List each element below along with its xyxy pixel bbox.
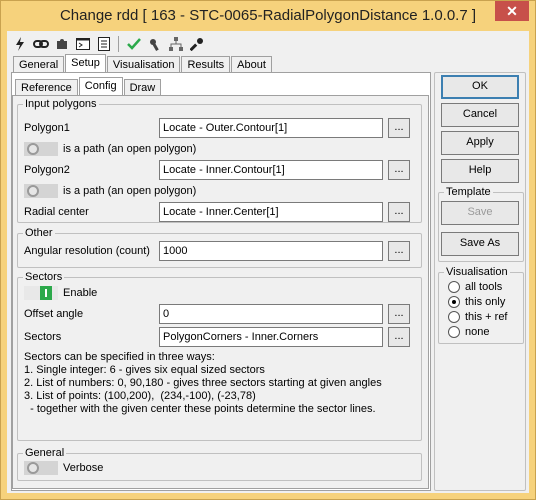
path2-label: is a path (an open polygon) xyxy=(63,185,197,197)
tab-results[interactable]: Results xyxy=(181,56,231,73)
radio-none[interactable]: none xyxy=(448,326,489,338)
toggle-bar xyxy=(40,286,52,300)
group-title: Sectors xyxy=(23,271,65,283)
enable-label: Enable xyxy=(63,287,98,299)
dialog-window: Change rdd [ 163 - STC-0065-RadialPolygo… xyxy=(0,0,536,500)
group-title: Input polygons xyxy=(23,98,99,110)
radio-all-tools[interactable]: all tools xyxy=(448,281,502,293)
polygon2-browse-button[interactable]: ... xyxy=(388,160,410,180)
dialog-client: General Setup Visualisation Results Abou… xyxy=(7,31,529,493)
sectors-group: Sectors Enable Offset angle 0 ... Sector… xyxy=(17,271,422,441)
tab-setup[interactable]: Setup xyxy=(65,54,106,74)
toolbar xyxy=(11,34,205,54)
polygon1-label: Polygon1 xyxy=(24,122,70,134)
tab-reference[interactable]: Reference xyxy=(15,79,78,96)
sectors-help-text: Sectors can be specified in three ways: … xyxy=(24,351,382,415)
offset-angle-browse-button[interactable]: ... xyxy=(388,304,410,324)
hierarchy-icon[interactable] xyxy=(167,36,184,53)
toggle-knob xyxy=(27,143,39,155)
sectors-label: Sectors xyxy=(24,331,62,343)
lightning-icon[interactable] xyxy=(11,36,28,53)
tab-visualisation[interactable]: Visualisation xyxy=(106,56,181,73)
config-panel: Input polygons Polygon1 Locate - Outer.C… xyxy=(12,95,429,489)
group-title: General xyxy=(23,447,67,459)
input-polygons-group: Input polygons Polygon1 Locate - Outer.C… xyxy=(17,98,422,223)
window-title: Change rdd [ 163 - STC-0065-RadialPolygo… xyxy=(59,7,477,24)
tab-about[interactable]: About xyxy=(231,56,272,73)
link-icon[interactable] xyxy=(32,36,49,53)
group-title: Visualisation xyxy=(444,266,510,278)
toggle-knob xyxy=(27,185,39,197)
polygon2-label: Polygon2 xyxy=(24,164,70,176)
radio-button[interactable] xyxy=(448,311,460,323)
close-button[interactable]: ✕ xyxy=(495,1,529,21)
radio-this-plus-ref[interactable]: this + ref xyxy=(448,311,508,323)
wrench-icon[interactable] xyxy=(188,36,205,53)
other-group: Other Angular resolution (count) 1000 ..… xyxy=(17,227,422,268)
tools-icon[interactable] xyxy=(146,36,163,53)
enable-toggle[interactable] xyxy=(24,286,58,300)
toggle-knob xyxy=(27,462,39,474)
verbose-label: Verbose xyxy=(63,462,104,474)
group-title: Template xyxy=(444,186,493,198)
radio-button[interactable] xyxy=(448,281,460,293)
template-save-as-button[interactable]: Save As xyxy=(441,232,519,256)
template-save-button[interactable]: Save xyxy=(441,201,519,225)
terminal-icon[interactable] xyxy=(74,36,91,53)
path1-label: is a path (an open polygon) xyxy=(63,143,197,155)
tab-draw[interactable]: Draw xyxy=(123,79,162,96)
polygon1-field[interactable]: Locate - Outer.Contour[1] xyxy=(159,118,383,138)
title-bar: Change rdd [ 163 - STC-0065-RadialPolygo… xyxy=(1,1,535,31)
offset-angle-label: Offset angle xyxy=(24,308,84,320)
sub-tabs: Reference Config Draw xyxy=(15,77,162,97)
tab-config[interactable]: Config xyxy=(78,77,123,97)
path1-toggle[interactable] xyxy=(24,142,58,156)
path2-toggle[interactable] xyxy=(24,184,58,198)
radial-center-field[interactable]: Locate - Inner.Center[1] xyxy=(159,202,383,222)
polygon1-browse-button[interactable]: ... xyxy=(388,118,410,138)
offset-angle-field[interactable]: 0 xyxy=(159,304,383,324)
general-group: General Verbose xyxy=(17,447,422,481)
apply-button[interactable]: Apply xyxy=(441,131,519,155)
group-title: Other xyxy=(23,227,55,239)
cancel-button[interactable]: Cancel xyxy=(441,103,519,127)
top-tabs: General Setup Visualisation Results Abou… xyxy=(13,54,273,74)
angular-resolution-browse-button[interactable]: ... xyxy=(388,241,410,261)
toolbar-separator xyxy=(118,36,119,52)
radio-button[interactable] xyxy=(448,326,460,338)
tab-general[interactable]: General xyxy=(13,56,65,73)
verbose-toggle[interactable] xyxy=(24,461,58,475)
check-icon[interactable] xyxy=(125,36,142,53)
radio-this-only[interactable]: this only xyxy=(448,296,505,308)
ok-button[interactable]: OK xyxy=(441,75,519,99)
radial-center-browse-button[interactable]: ... xyxy=(388,202,410,222)
sectors-browse-button[interactable]: ... xyxy=(388,327,410,347)
polygon2-field[interactable]: Locate - Inner.Contour[1] xyxy=(159,160,383,180)
puzzle-icon[interactable] xyxy=(53,36,70,53)
radio-button[interactable] xyxy=(448,296,460,308)
sectors-field[interactable]: PolygonCorners - Inner.Corners xyxy=(159,327,383,347)
angular-resolution-field[interactable]: 1000 xyxy=(159,241,383,261)
list-icon[interactable] xyxy=(95,36,112,53)
angular-resolution-label: Angular resolution (count) xyxy=(24,245,150,257)
radial-center-label: Radial center xyxy=(24,206,89,218)
help-button[interactable]: Help xyxy=(441,159,519,183)
